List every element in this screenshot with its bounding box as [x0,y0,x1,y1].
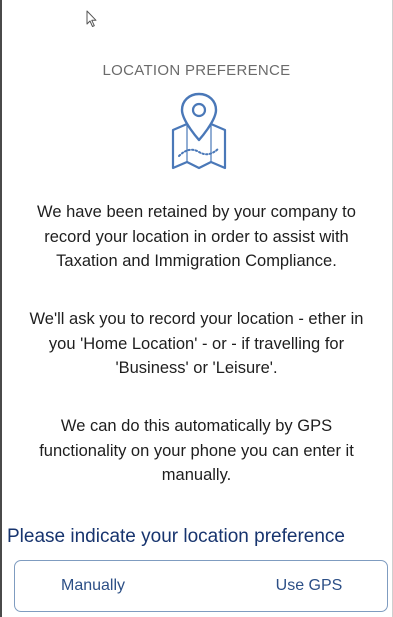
map-location-icon [171,92,227,170]
gps-info-paragraph: We can do this automatically by GPS func… [39,417,354,484]
preference-question: Please indicate your location preference [7,526,345,547]
intro-paragraph: We have been retained by your company to… [37,203,356,270]
preference-choice-group: Manually Use GPS [14,560,388,612]
use-gps-button[interactable]: Use GPS [201,561,387,611]
page-title: LOCATION PREFERENCE [102,62,291,79]
location-request-paragraph: We'll ask you to record your location - … [29,310,364,377]
manually-button[interactable]: Manually [15,561,201,611]
mouse-cursor-icon [86,10,97,27]
left-edge-divider [0,0,2,617]
location-preference-screen: LOCATION PREFERENCE We have been retaine… [0,0,393,617]
